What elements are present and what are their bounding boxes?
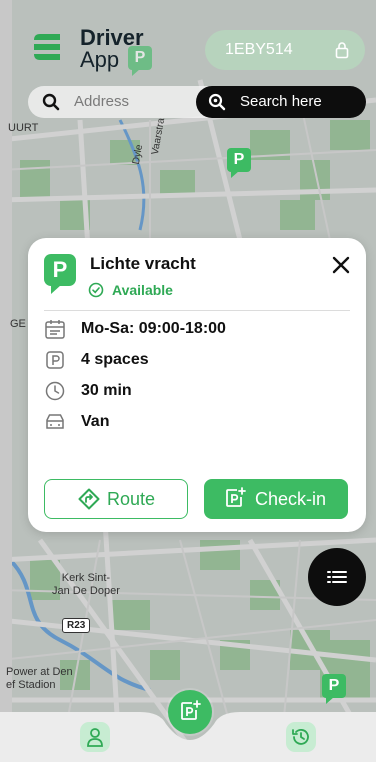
search-icon [42,93,60,111]
clock-icon [45,381,65,401]
road-shield: R23 [62,618,91,633]
parking-plus-icon [181,700,201,720]
directions-icon [78,488,100,510]
app-logo-icon [34,34,60,60]
checkin-label: Check-in [255,489,327,509]
check-circle-icon [88,282,104,298]
status-badge: Available [88,282,173,298]
map-label-street: UURT [8,122,39,134]
map-label-street: GE [10,318,26,330]
route-button[interactable]: Route [44,479,188,519]
user-icon [87,728,103,747]
license-plate-text: 1EBY514 [225,41,293,58]
app-title-line2: App [80,47,120,72]
address-input-placeholder[interactable]: Address [74,93,129,110]
parking-pin[interactable]: P [322,674,346,704]
address-search-bar[interactable]: Address Search here [28,86,366,118]
nav-history-button[interactable] [286,722,316,752]
parking-plus-icon [226,487,246,507]
nav-checkin-button[interactable] [168,690,212,734]
parking-title: Lichte vracht [90,254,196,273]
parking-detail-card: P Lichte vracht Available Mo-Sa: 09:00-1… [28,238,366,532]
detail-vehicle-text: Van [81,413,110,430]
app-title-line1: Driver [80,25,144,50]
van-icon [46,414,64,429]
detail-duration-text: 30 min [81,382,132,399]
status-text: Available [112,282,173,298]
close-icon[interactable] [330,254,352,276]
parking-icon [46,351,64,369]
route-label: Route [107,489,156,509]
lock-icon [335,42,349,59]
search-here-label: Search here [240,93,322,110]
detail-spaces-text: 4 spaces [81,351,149,368]
search-here-button[interactable]: Search here [196,86,366,118]
list-view-button[interactable] [308,548,366,606]
calendar-icon [45,320,65,339]
map-label-stadium: Power at Den ef Stadion [6,666,73,691]
checkin-button[interactable]: Check-in [204,479,348,519]
map-label-church: Kerk Sint- Jan De Doper [52,572,120,597]
app-title: Driver App [80,27,144,71]
search-area-icon [208,93,226,111]
list-icon [327,571,347,583]
parking-pin[interactable]: P [227,148,251,178]
divider [44,310,350,311]
nav-profile-button[interactable] [80,722,110,752]
detail-hours-text: Mo-Sa: 09:00-18:00 [81,320,226,337]
license-plate-button[interactable]: 1EBY514 [205,30,365,70]
history-icon [292,729,309,745]
parking-pin-icon: P [44,254,76,294]
